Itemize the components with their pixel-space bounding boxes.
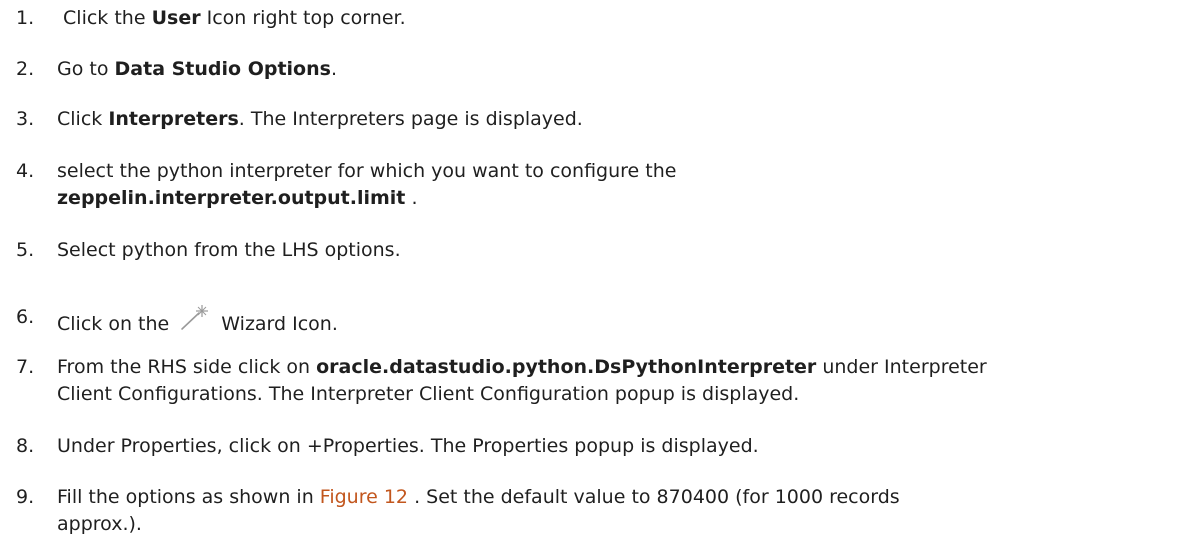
- step-number: 1.: [16, 7, 35, 29]
- step-text-line2: zeppelin.interpreter.output.limit .: [57, 185, 1195, 212]
- step-text: Go to Data Studio Options.: [57, 56, 1195, 83]
- step-text-pre: Click on the: [57, 313, 176, 335]
- step-number: 2.: [16, 58, 35, 80]
- step-text-pre: select the python interpreter for which …: [57, 160, 677, 182]
- step-number: 8.: [16, 435, 35, 457]
- step-text: Fill the options as shown in Figure 12 .…: [57, 484, 1195, 538]
- step-text-post: Icon right top corner.: [200, 7, 406, 29]
- step-bold-term: zeppelin.interpreter.output.limit: [57, 187, 406, 209]
- step-text-line1: Fill the options as shown in Figure 12 .…: [57, 484, 1195, 511]
- figure-12-link[interactable]: Figure 12: [320, 486, 408, 508]
- step-text-line2: approx.).: [57, 513, 142, 535]
- step-text-post: .: [330, 58, 337, 80]
- step-text-pre: From the RHS side click on: [57, 356, 317, 378]
- instructions-page: 1. Click the User Icon right top corner.…: [0, 0, 1199, 544]
- step-text: Under Properties, click on +Properties. …: [57, 435, 759, 457]
- step-text: Select python from the LHS options.: [57, 239, 401, 261]
- step-text-post: . Set the default value to 870400 (for 1…: [408, 486, 900, 508]
- step-bold-term: Interpreters: [108, 108, 239, 130]
- step-text: select the python interpreter for which …: [57, 158, 1195, 212]
- step-number: 4.: [16, 160, 35, 182]
- step-text: Click on the Wizard Icon.: [57, 304, 1195, 338]
- step-text-post: . The Interpreters page is displayed.: [238, 108, 583, 130]
- step-text-post: under Interpreter: [816, 356, 987, 378]
- magic-wand-icon: [179, 304, 209, 332]
- step-number: 5.: [16, 239, 35, 261]
- step-text-line1: From the RHS side click on oracle.datast…: [57, 354, 1195, 381]
- step-text-line2: Client Configurations. The Interpreter C…: [57, 383, 800, 405]
- step-number: 6.: [16, 306, 35, 328]
- step-text-post: Wizard Icon.: [215, 313, 338, 335]
- step-text-post: .: [405, 187, 418, 209]
- step-text-pre: Fill the options as shown in: [57, 486, 320, 508]
- step-number: 7.: [16, 356, 35, 378]
- step-text: Click the User Icon right top corner.: [57, 5, 1195, 32]
- step-text: From the RHS side click on oracle.datast…: [57, 354, 1195, 408]
- step-text-pre: Go to: [57, 58, 115, 80]
- step-bold-term: oracle.datastudio.python.DsPythonInterpr…: [316, 356, 817, 378]
- step-text-pre: Click the: [57, 7, 152, 29]
- step-number: 9.: [16, 486, 35, 508]
- step-text-pre: Click: [57, 108, 109, 130]
- step-bold-term: Data Studio Options: [114, 58, 331, 80]
- step-bold-term: User: [151, 7, 201, 29]
- step-number: 3.: [16, 108, 35, 130]
- step-text: Click Interpreters. The Interpreters pag…: [57, 106, 1195, 133]
